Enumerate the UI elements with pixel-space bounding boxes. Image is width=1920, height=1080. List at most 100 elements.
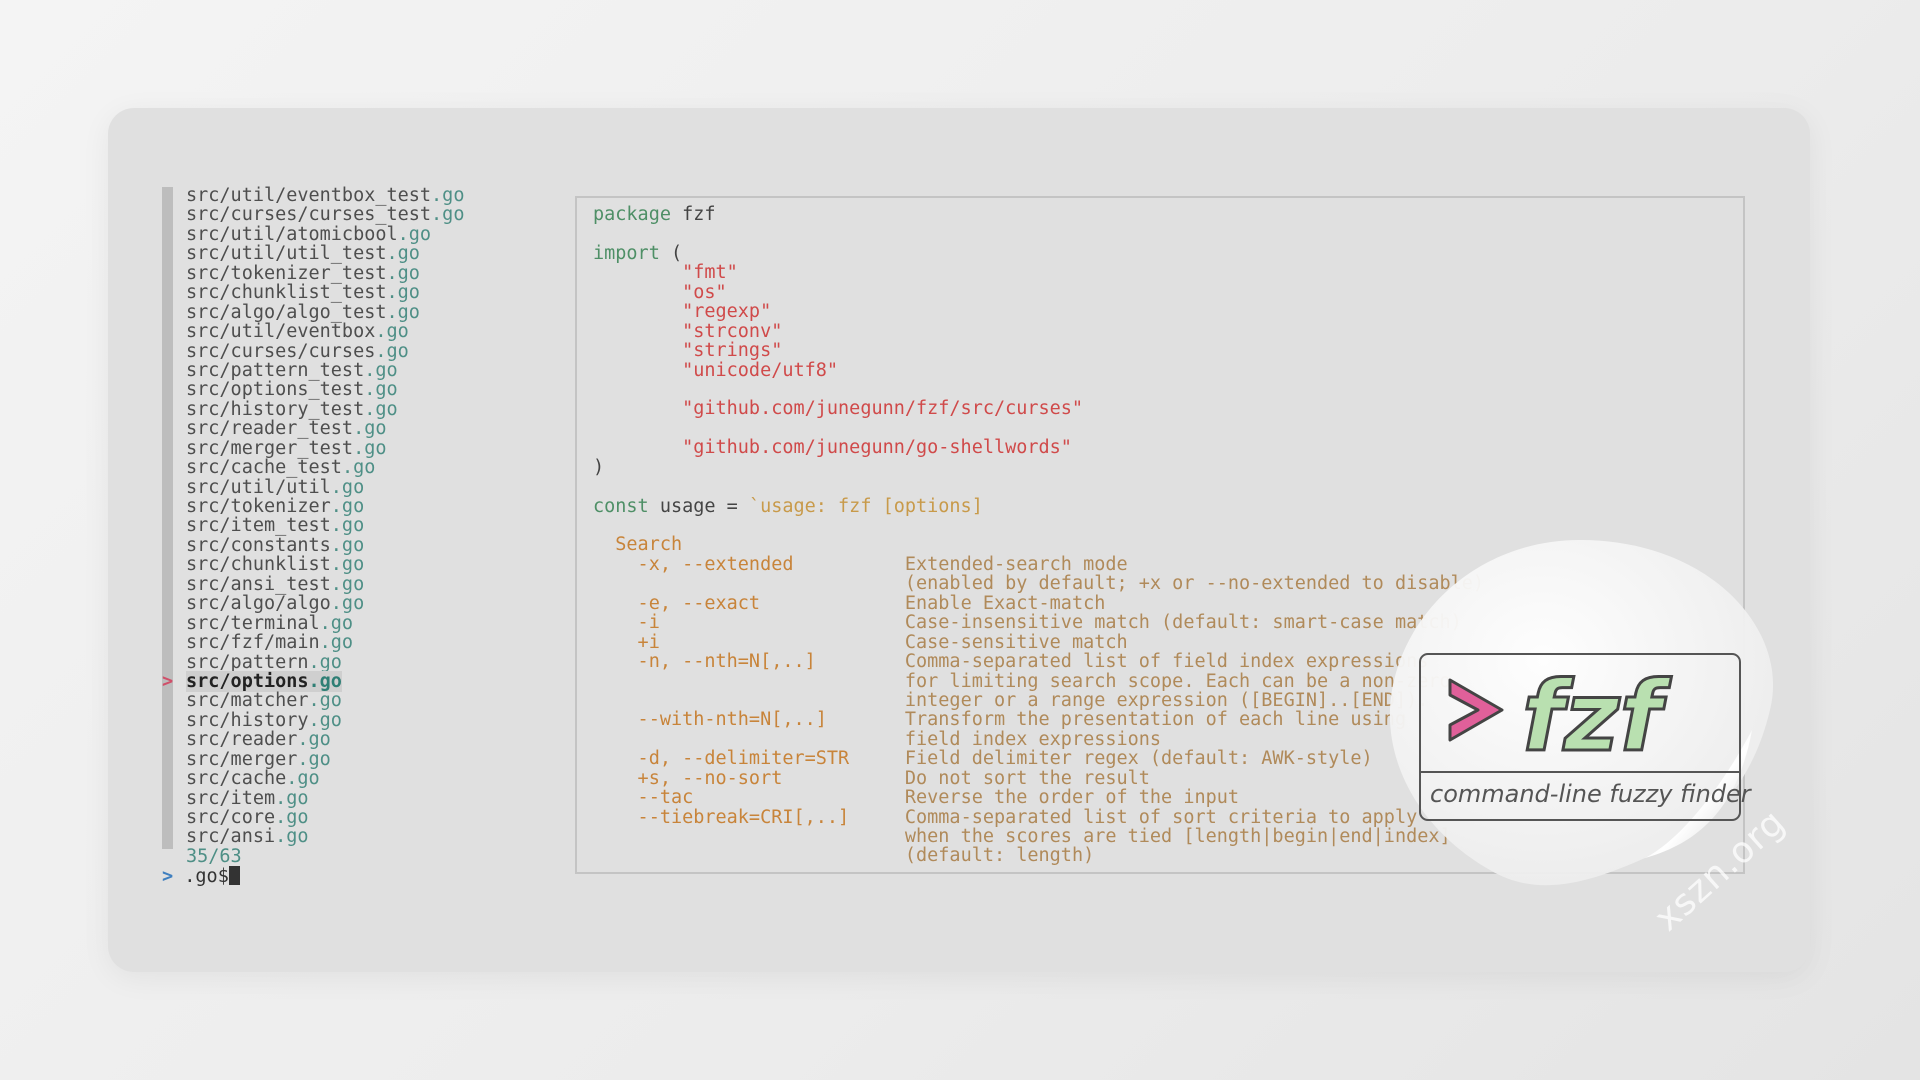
code-line: ) [593, 456, 605, 478]
file-list: src/util/eventbox_test.go src/curses/curs… [162, 186, 542, 888]
file-list-item[interactable]: src/util/util_test.go [162, 244, 542, 263]
file-list-item[interactable]: src/util/eventbox.go [162, 322, 542, 341]
file-path: src/ansi_test.go [186, 573, 365, 595]
code-line: --tiebreak=CRI[,..] Comma-separated list… [593, 806, 1418, 828]
file-path: src/util/atomicbool.go [186, 223, 432, 245]
file-list-item[interactable]: src/pattern_test.go [162, 361, 542, 380]
file-path: src/util/eventbox_test.go [186, 185, 465, 206]
file-path: src/ansi.go [186, 826, 309, 848]
file-path: src/reader_test.go [186, 418, 387, 440]
code-line: "strings" [682, 340, 783, 362]
file-path: src/terminal.go [186, 612, 354, 634]
file-list-item[interactable]: src/merger.go [162, 748, 542, 770]
code-line: -i Case-insensitive match (default: smar… [593, 612, 1462, 634]
code-line: "github.com/junegunn/fzf/src/curses" [682, 398, 1084, 420]
file-path: src/pattern.go [186, 651, 342, 673]
file-path: src/cache.go [186, 768, 320, 790]
file-list-item[interactable]: src/cache_test.go [162, 458, 542, 477]
code-line: --with-nth=N[,..] Transform the presenta… [593, 709, 1407, 731]
file-path: src/options.go [186, 670, 342, 692]
code-line: +i Case-sensitive match [593, 631, 1128, 653]
file-path: src/options_test.go [186, 379, 398, 401]
logo-wordmark: fzf [1522, 661, 1672, 773]
file-list-item[interactable]: src/cache.go [162, 769, 542, 788]
file-list-item[interactable]: src/util/eventbox_test.go [162, 186, 542, 205]
file-list-item[interactable]: src/item.go [162, 787, 542, 809]
file-path: src/item.go [186, 787, 309, 809]
code-line: (enabled by default; +x or --no-extended… [904, 573, 1485, 595]
file-list-item[interactable]: src/terminal.go [162, 612, 542, 634]
code-line: const usage = `usage: fzf [options] [593, 495, 983, 517]
file-path: src/merger_test.go [186, 437, 387, 459]
file-list-item[interactable]: src/algo/algo.go [162, 594, 542, 613]
file-list-item[interactable]: src/item_test.go [162, 516, 542, 535]
query-input[interactable]: .go$ [184, 866, 229, 887]
file-path: src/constants.go [186, 534, 365, 556]
file-list-item[interactable]: src/ansi.go [162, 827, 542, 846]
code-line: package fzf [593, 204, 716, 225]
file-list-item[interactable]: src/core.go [162, 808, 542, 827]
prompt-marker: > [162, 866, 185, 888]
code-line: (default: length) [904, 845, 1095, 867]
code-line: integer or a range expression ([BEGIN]..… [904, 689, 1429, 711]
file-path: src/curses/curses.go [186, 340, 409, 362]
file-path: src/core.go [186, 807, 309, 828]
code-line: -n, --nth=N[,..] Comma-separated list of… [593, 651, 1429, 673]
file-list-item[interactable]: src/util/util.go [162, 476, 542, 498]
file-path: src/chunklist_test.go [186, 282, 420, 304]
code-line: "os" [682, 281, 727, 303]
file-list-item[interactable]: src/matcher.go [162, 691, 542, 710]
file-path: src/history_test.go [186, 398, 398, 420]
code-line: import ( [593, 242, 683, 264]
file-list-item[interactable]: src/tokenizer.go [162, 497, 542, 516]
code-line: "unicode/utf8" [682, 359, 839, 381]
file-list-item[interactable]: src/options_test.go [162, 380, 542, 399]
file-list-item[interactable]: src/history_test.go [162, 400, 542, 419]
file-list-item[interactable]: src/chunklist.go [162, 555, 542, 574]
file-list-item[interactable]: src/history.go [162, 711, 542, 730]
file-list-item[interactable]: src/algo/algo_test.go [162, 302, 542, 322]
preview-code: package fzf import ( "fmt" "os" "regexp" … [593, 205, 1484, 866]
code-line: "strconv" [682, 320, 783, 342]
file-path: src/merger.go [186, 748, 331, 770]
file-list-item[interactable]: src/reader_test.go [162, 419, 542, 438]
match-count: 35/63 [186, 845, 242, 867]
code-line: Search [593, 534, 683, 556]
code-line: field index expressions [904, 728, 1162, 750]
code-line: when the scores are tied [length|begin|e… [904, 826, 1451, 847]
file-list-item[interactable]: src/chunklist_test.go [162, 283, 542, 302]
code-line: "regexp" [682, 301, 772, 323]
file-list-item[interactable]: src/ansi_test.go [162, 575, 542, 594]
file-path: src/cache_test.go [186, 457, 376, 479]
file-path: src/pattern_test.go [186, 359, 398, 381]
file-path: src/item_test.go [186, 515, 365, 537]
file-list-item[interactable]: src/curses/curses_test.go [162, 205, 542, 224]
code-line: -e, --exact Enable Exact-match [593, 592, 1106, 614]
file-list-item[interactable]: src/reader.go [162, 730, 542, 749]
file-list-item[interactable]: src/tokenizer_test.go [162, 264, 542, 283]
file-path: src/util/util.go [186, 476, 365, 498]
query-prompt[interactable]: > .go$ [162, 866, 542, 888]
file-list-item[interactable]: src/curses/curses.go [162, 340, 542, 362]
file-list-item[interactable]: src/merger_test.go [162, 437, 542, 459]
code-line: "fmt" [682, 262, 738, 284]
code-line: -x, --extended Extended-search mode [593, 553, 1128, 575]
file-list-item[interactable]: src/constants.go [162, 536, 542, 555]
logo-tagline: command-line fuzzy finder [1430, 780, 1753, 808]
file-list-item[interactable]: src/util/atomicbool.go [162, 225, 542, 244]
text-cursor [228, 866, 240, 886]
file-path: src/matcher.go [186, 690, 342, 712]
file-path: src/tokenizer.go [186, 496, 365, 517]
file-path: src/chunklist.go [186, 554, 365, 576]
file-path: src/fzf/main.go [186, 632, 354, 654]
code-line: for limiting search scope. Each can be a… [904, 670, 1451, 692]
file-path: src/algo/algo.go [186, 593, 365, 615]
code-line: +s, --no-sort Do not sort the result [593, 767, 1150, 789]
file-path: src/curses/curses_test.go [186, 204, 465, 226]
file-list-item-selected[interactable]: > src/options.go [162, 670, 542, 692]
file-list-item[interactable]: src/pattern.go [162, 651, 542, 673]
file-list-item[interactable]: src/fzf/main.go [162, 633, 542, 652]
